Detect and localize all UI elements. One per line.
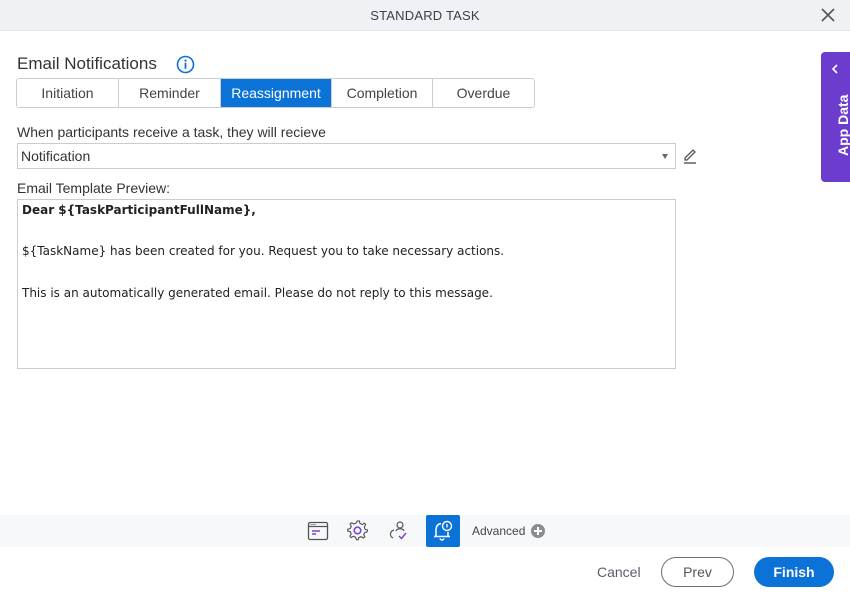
tab-initiation[interactable]: Initiation — [17, 79, 119, 107]
preview-label: Email Template Preview: — [17, 180, 171, 196]
gear-icon[interactable] — [341, 515, 375, 547]
app-data-panel-toggle[interactable]: App Data — [821, 52, 850, 182]
tab-completion[interactable]: Completion — [332, 79, 433, 107]
cancel-button[interactable]: Cancel — [597, 564, 641, 580]
preview-footer-note: This is an automatically generated email… — [22, 286, 493, 300]
notification-bell-icon[interactable] — [426, 515, 460, 547]
chevron-left-icon — [831, 64, 838, 74]
advanced-link[interactable]: Advanced — [472, 524, 525, 538]
section-title: Email Notifications — [17, 54, 157, 73]
email-template-preview: Dear ${TaskParticipantFullName}, ${TaskN… — [17, 199, 676, 369]
app-data-label: App Data — [835, 94, 850, 156]
add-circle-icon[interactable] — [531, 524, 545, 538]
tab-reassignment[interactable]: Reassignment — [221, 79, 332, 107]
task-form-icon[interactable] — [301, 515, 335, 547]
notification-type-select[interactable]: Notification — [17, 143, 676, 169]
receive-label: When participants receive a task, they w… — [17, 124, 326, 140]
preview-greeting: Dear ${TaskParticipantFullName}, — [22, 203, 256, 217]
finish-button[interactable]: Finish — [754, 557, 834, 587]
preview-body: ${TaskName} has been created for you. Re… — [22, 244, 505, 258]
participants-icon[interactable] — [381, 515, 415, 547]
bottom-toolbar: Advanced — [0, 515, 850, 547]
pencil-icon[interactable] — [682, 146, 698, 164]
notification-tabs: Initiation Reminder Reassignment Complet… — [16, 78, 535, 108]
prev-button[interactable]: Prev — [661, 557, 734, 587]
dropdown-arrow-icon — [662, 154, 668, 159]
title-bar: STANDARD TASK — [0, 0, 850, 31]
tab-reminder[interactable]: Reminder — [119, 79, 221, 107]
window-title: STANDARD TASK — [370, 8, 480, 23]
close-icon[interactable] — [820, 7, 836, 23]
info-icon[interactable] — [176, 55, 195, 74]
tab-overdue[interactable]: Overdue — [433, 79, 534, 107]
notification-type-value: Notification — [21, 148, 91, 164]
